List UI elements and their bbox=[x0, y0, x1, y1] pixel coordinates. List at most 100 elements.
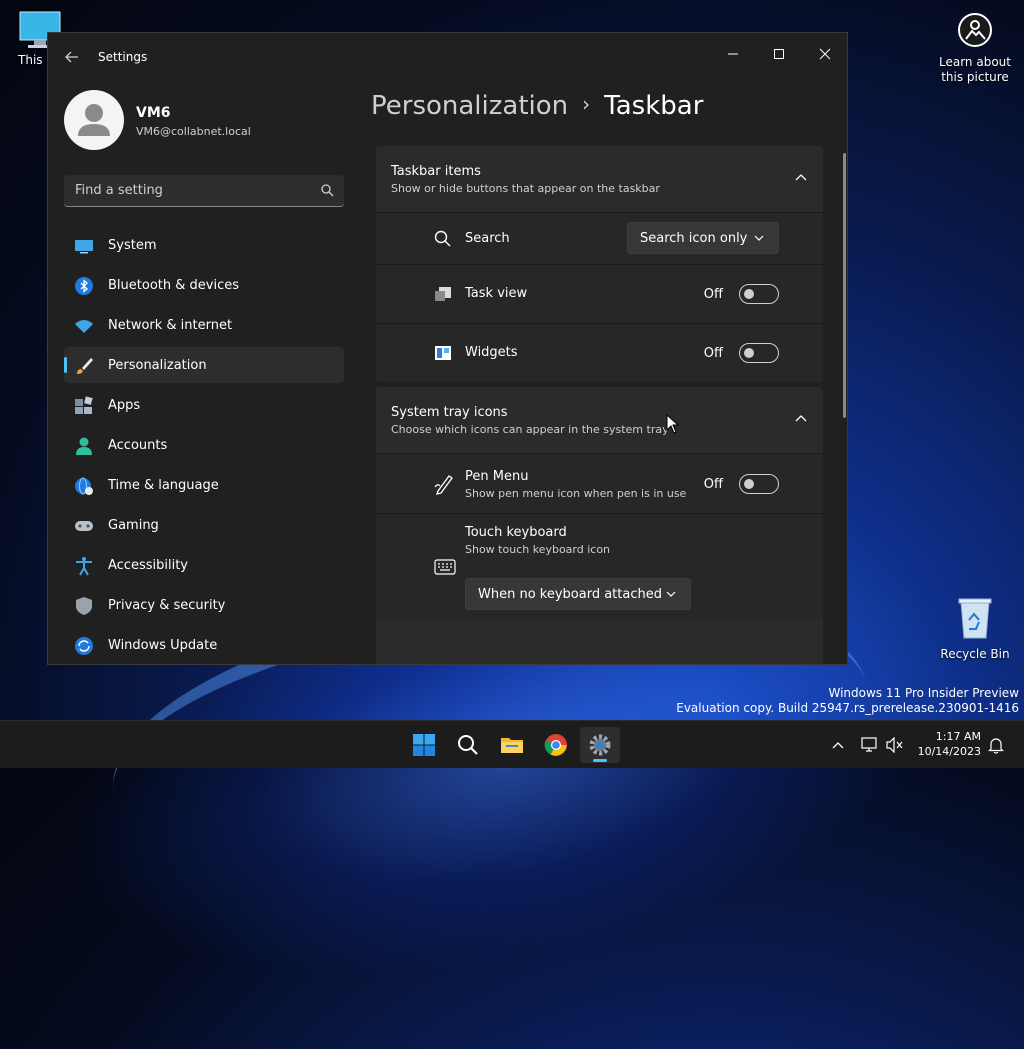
chevron-down-icon bbox=[666, 591, 676, 597]
taskbar-items-section: Taskbar items Show or hide buttons that … bbox=[376, 146, 823, 382]
taskbar: 1:17 AM 10/14/2023 bbox=[0, 720, 1024, 768]
window-title: Settings bbox=[98, 50, 148, 64]
sidebar-item-label: Apps bbox=[108, 398, 141, 413]
widgets-icon bbox=[435, 346, 451, 360]
sidebar-item-label: System bbox=[108, 238, 157, 253]
taskview-toggle[interactable] bbox=[739, 284, 779, 304]
search-icon bbox=[434, 230, 451, 247]
setting-label: Task view bbox=[465, 286, 528, 301]
clock-date: 10/14/2023 bbox=[917, 745, 981, 758]
widgets-setting-row: Widgets Off bbox=[376, 323, 823, 382]
clock[interactable]: 1:17 AM 10/14/2023 bbox=[918, 729, 981, 759]
recycle-bin-icon bbox=[958, 598, 992, 639]
chevron-up-icon[interactable] bbox=[795, 414, 807, 422]
setting-label: Touch keyboard bbox=[465, 525, 567, 540]
keyboard-icon bbox=[434, 559, 456, 575]
apps-icon bbox=[75, 396, 93, 414]
sidebar-item-accessibility[interactable]: Accessibility bbox=[64, 547, 344, 583]
setting-description: Show pen menu icon when pen is in use bbox=[465, 487, 687, 500]
maximize-icon bbox=[774, 49, 784, 59]
back-button[interactable] bbox=[64, 49, 82, 67]
sidebar-item-label: Privacy & security bbox=[108, 598, 226, 613]
breadcrumb-parent[interactable]: Personalization bbox=[371, 91, 568, 121]
search-icon bbox=[458, 735, 478, 755]
folder-icon bbox=[501, 738, 523, 753]
setting-label: Search bbox=[465, 231, 510, 246]
sidebar-item-personalization[interactable]: Personalization bbox=[64, 347, 344, 383]
pen-menu-toggle[interactable] bbox=[739, 474, 779, 494]
person-icon bbox=[76, 437, 92, 455]
gear-icon bbox=[589, 734, 611, 756]
avatar[interactable] bbox=[64, 90, 124, 150]
search-mode-dropdown[interactable]: Search icon only bbox=[627, 222, 779, 254]
dropdown-value: When no keyboard attached bbox=[478, 587, 662, 602]
watermark-line: Windows 11 Pro Insider Preview bbox=[828, 686, 1019, 700]
minimize-button[interactable] bbox=[710, 39, 756, 69]
taskview-setting-row: Task view Off bbox=[376, 264, 823, 323]
close-icon bbox=[819, 48, 831, 60]
sidebar-item-label: Bluetooth & devices bbox=[108, 278, 239, 293]
task-view-icon bbox=[435, 287, 451, 301]
setting-label: Widgets bbox=[465, 345, 518, 360]
brush-icon bbox=[77, 358, 93, 374]
sidebar-item-label: Network & internet bbox=[108, 318, 233, 333]
chevron-up-icon[interactable] bbox=[795, 173, 807, 181]
evaluation-watermark: Windows 11 Pro Insider Preview Evaluatio… bbox=[676, 686, 1019, 716]
chrome-button[interactable] bbox=[536, 727, 576, 763]
sidebar-item-gaming[interactable]: Gaming bbox=[64, 507, 344, 543]
sidebar-item-accounts[interactable]: Accounts bbox=[64, 427, 344, 463]
desktop-icon-label: Learn about bbox=[939, 55, 1011, 69]
settings-window: Settings VM6 VM6@collabnet.local Find a … bbox=[47, 32, 848, 665]
desktop-icon-learn-picture[interactable]: Learn about this picture bbox=[935, 12, 1015, 85]
widgets-toggle[interactable] bbox=[739, 343, 779, 363]
close-button[interactable] bbox=[802, 39, 847, 69]
network-icon[interactable] bbox=[861, 737, 879, 753]
sidebar-item-network[interactable]: Network & internet bbox=[64, 307, 344, 343]
taskbar-search-button[interactable] bbox=[448, 727, 488, 763]
sidebar-item-bluetooth[interactable]: Bluetooth & devices bbox=[64, 267, 344, 303]
maximize-button[interactable] bbox=[756, 39, 802, 69]
notification-bell-icon[interactable] bbox=[988, 736, 1004, 754]
sidebar-item-time-language[interactable]: Time & language bbox=[64, 467, 344, 503]
sidebar-item-label: Accounts bbox=[108, 438, 168, 453]
touch-keyboard-dropdown[interactable]: When no keyboard attached bbox=[465, 578, 691, 610]
desktop-icon-label: Recycle Bin bbox=[940, 647, 1010, 661]
settings-taskbar-button[interactable] bbox=[580, 727, 620, 763]
sidebar-item-label: Windows Update bbox=[108, 638, 218, 653]
section-title: System tray icons bbox=[391, 405, 508, 420]
chevron-up-icon[interactable] bbox=[832, 741, 844, 749]
sidebar-item-windows-update[interactable]: Windows Update bbox=[64, 627, 344, 663]
active-app-indicator bbox=[593, 759, 607, 762]
wifi-icon bbox=[75, 320, 93, 333]
mouse-cursor-icon bbox=[666, 414, 680, 434]
shield-icon bbox=[76, 597, 92, 615]
setting-label: Pen Menu bbox=[465, 469, 529, 484]
chrome-icon bbox=[544, 734, 567, 756]
dropdown-value: Search icon only bbox=[640, 231, 748, 246]
watermark-line: Evaluation copy. Build 25947.rs_prerelea… bbox=[676, 701, 1019, 715]
taskbar-items-header[interactable]: Taskbar items Show or hide buttons that … bbox=[376, 146, 823, 212]
search-input[interactable]: Find a setting bbox=[64, 175, 344, 207]
setting-description: Show touch keyboard icon bbox=[465, 543, 611, 556]
back-arrow-icon bbox=[65, 51, 78, 63]
search-placeholder: Find a setting bbox=[75, 183, 163, 198]
minimize-icon bbox=[728, 53, 738, 55]
sidebar-item-privacy[interactable]: Privacy & security bbox=[64, 587, 344, 623]
sidebar-item-system[interactable]: System bbox=[64, 227, 344, 263]
touch-keyboard-setting-row: Touch keyboard Show touch keyboard icon … bbox=[376, 513, 823, 620]
sidebar-item-label: Accessibility bbox=[108, 558, 188, 573]
volume-muted-icon[interactable] bbox=[886, 737, 904, 753]
file-explorer-button[interactable] bbox=[492, 727, 532, 763]
toggle-state-label: Off bbox=[703, 346, 723, 361]
update-icon bbox=[75, 637, 93, 655]
globe-clock-icon bbox=[75, 477, 93, 495]
sidebar-item-apps[interactable]: Apps bbox=[64, 387, 344, 423]
pen-menu-setting-row: Pen Menu Show pen menu icon when pen is … bbox=[376, 453, 823, 513]
sidebar-item-label: Time & language bbox=[108, 478, 219, 493]
content-scrollbar[interactable] bbox=[843, 153, 846, 418]
gamepad-icon bbox=[75, 521, 93, 531]
search-icon bbox=[321, 184, 334, 197]
start-button[interactable] bbox=[404, 727, 444, 763]
system-tray-header[interactable]: System tray icons Choose which icons can… bbox=[376, 387, 823, 453]
desktop-icon-recycle-bin[interactable]: Recycle Bin bbox=[940, 596, 1010, 662]
